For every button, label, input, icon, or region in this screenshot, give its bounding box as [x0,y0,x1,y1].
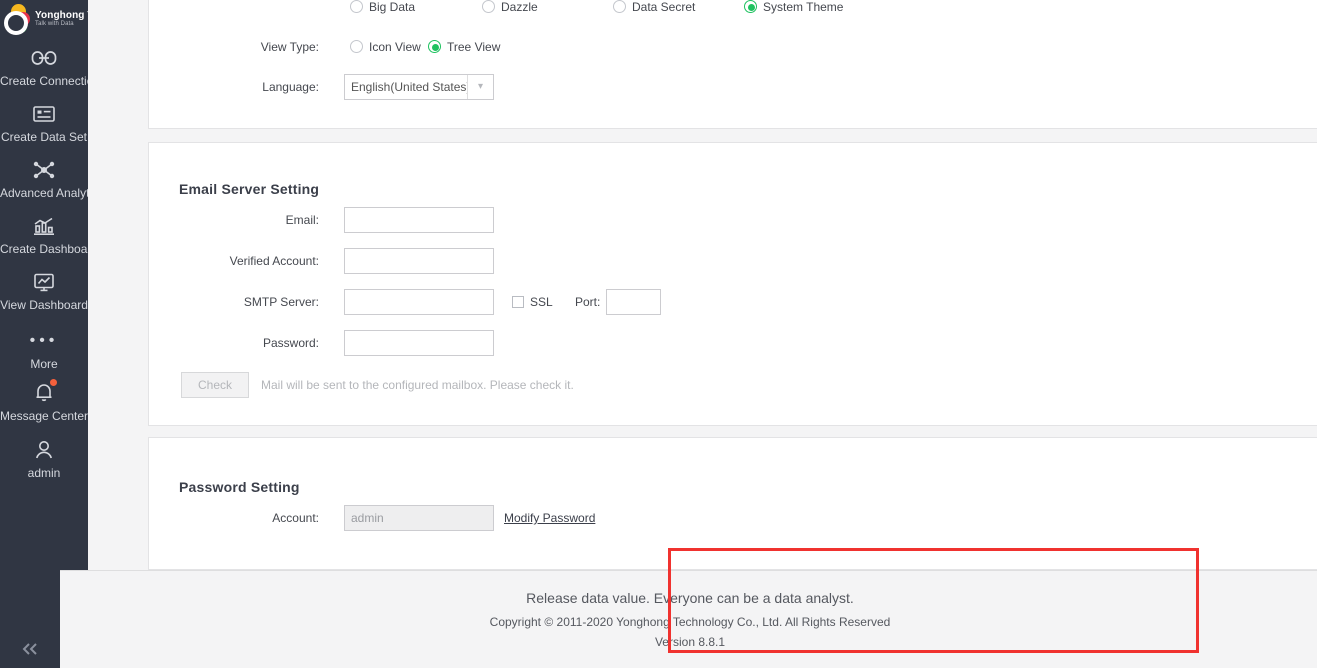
sidebar-item-create-connection[interactable]: Create Connection [0,44,88,88]
general-setting-panel: Big Data Dazzle Data Secret System Theme… [148,0,1317,129]
modify-password-link[interactable]: Modify Password [504,505,595,531]
verified-account-input[interactable] [344,248,494,274]
logo-name: Yonghong Tech [35,9,88,21]
view-type-option-label: Tree View [447,40,501,54]
radio-dot-icon [350,40,363,53]
radio-dot-icon [482,0,495,13]
port-input[interactable] [606,289,661,315]
email-input[interactable] [344,207,494,233]
sidebar-item-view-dashboard[interactable]: View Dashboard [0,268,88,312]
sidebar-item-label: Advanced Analytics [0,186,88,200]
email-label: Email: [285,213,319,227]
verified-account-label: Verified Account: [229,254,319,268]
verified-account-field-row: Verified Account: [149,248,1317,274]
dataset-icon [0,100,88,128]
sidebar-item-advanced-analytics[interactable]: Advanced Analytics [0,156,88,200]
app-logo[interactable]: Yonghong Tech Talk with Data [0,2,88,36]
footer-tagline: Release data value. Everyone can be a da… [526,590,854,606]
password-section-title: Password Setting [179,479,300,495]
main-content: Big Data Dazzle Data Secret System Theme… [88,0,1317,668]
sidebar-item-more[interactable]: ••• More [0,327,88,371]
sidebar-item-label: View Dashboard [0,298,88,312]
sidebar-item-label: More [30,357,58,371]
ellipsis-icon: ••• [29,332,59,349]
smtp-server-input[interactable] [344,289,494,315]
password-setting-panel: Password Setting Account: Modify Passwor… [148,437,1317,570]
analytics-icon [0,156,88,184]
theme-option-big-data[interactable]: Big Data [350,0,415,20]
language-select[interactable]: English(United States) ▾ [344,74,494,100]
sidebar-item-label: admin [27,466,61,480]
view-type-option-icon-view[interactable]: Icon View [350,34,421,60]
radio-dot-icon [613,0,626,13]
account-input [344,505,494,531]
radio-dot-icon [744,0,757,13]
footer-copyright: Copyright © 2011-2020 Yonghong Technolog… [489,615,891,629]
sidebar-item-label: Create Dashboard [0,242,88,256]
notification-badge [50,379,57,386]
sidebar-item-create-data-set[interactable]: Create Data Set [0,100,88,144]
radio-dot-icon [350,0,363,13]
sidebar-item-create-dashboard[interactable]: Create Dashboard [0,212,88,256]
theme-option-label: Dazzle [501,0,538,14]
ssl-label: SSL [530,295,553,309]
smtp-server-field-row: SMTP Server: SSL Port: [149,289,1317,315]
port-label: Port: [575,289,600,315]
checkbox-icon [512,296,524,308]
collapse-sidebar-button[interactable] [18,640,44,660]
sidebar-item-label: Create Data Set [0,130,88,144]
logo-tagline: Talk with Data [35,21,74,28]
theme-radio-group: Big Data Dazzle Data Secret System Theme [149,0,1317,20]
view-type-option-label: Icon View [369,40,421,54]
left-sidebar: Yonghong Tech Talk with Data Create Conn… [0,0,88,668]
bar-chart-icon [0,212,88,240]
port-label-text: Port: [575,295,601,309]
link-icon [0,44,88,72]
theme-option-label: Data Secret [632,0,696,14]
radio-dot-icon [428,40,441,53]
password-field-row: Password: [149,330,1317,356]
check-button[interactable]: Check [181,372,249,398]
email-password-input[interactable] [344,330,494,356]
footer-version: Version 8.8.1 [654,635,726,649]
view-type-row: View Type: Icon View Tree View [149,34,1317,60]
sidebar-item-message-center[interactable]: Message Center [0,379,88,423]
email-server-setting-panel: Email Server Setting Email: Verified Acc… [148,142,1317,426]
ssl-checkbox[interactable]: SSL [512,289,553,315]
theme-option-dazzle[interactable]: Dazzle [482,0,538,20]
account-field-row: Account: Modify Password [149,505,1317,531]
page-footer: Release data value. Everyone can be a da… [60,570,1317,668]
theme-option-label: System Theme [763,0,844,14]
language-select-value: English(United States) [351,80,467,94]
user-icon [0,436,88,464]
account-label: Account: [272,511,319,525]
email-section-title: Email Server Setting [179,181,320,197]
theme-option-data-secret[interactable]: Data Secret [613,0,695,20]
sidebar-item-admin-user[interactable]: admin [0,436,88,480]
sidebar-item-label: Create Connection [0,74,88,88]
yonghong-logo-icon [2,4,32,35]
chevron-down-icon: ▾ [467,75,493,99]
settings-page: Yonghong Tech Talk with Data Create Conn… [0,0,1317,668]
theme-option-label: Big Data [369,0,416,14]
view-type-label: View Type: [260,40,319,54]
language-row: Language: English(United States) ▾ [149,74,1317,100]
view-type-option-tree-view[interactable]: Tree View [428,34,500,60]
email-field-row: Email: [149,207,1317,233]
email-password-label: Password: [262,336,319,350]
language-label: Language: [262,80,319,94]
presentation-chart-icon [0,268,88,296]
sidebar-item-label: Message Center [0,409,88,423]
theme-option-system-theme[interactable]: System Theme [744,0,843,20]
bell-icon [0,379,88,407]
check-hint-text: Mail will be sent to the configured mail… [261,378,574,392]
smtp-server-label: SMTP Server: [243,295,319,309]
